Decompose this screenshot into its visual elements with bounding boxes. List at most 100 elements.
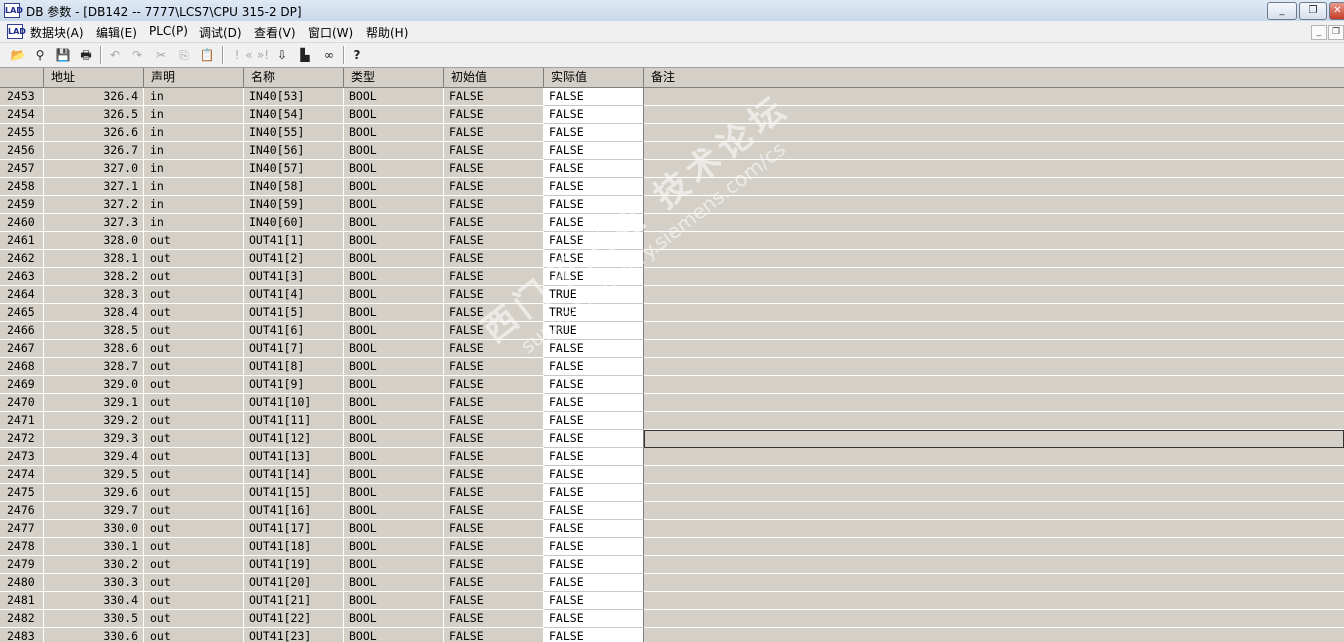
comment-cell[interactable] [644, 628, 1344, 642]
restore-button[interactable]: ❐ [1299, 2, 1327, 20]
actual-value-cell[interactable]: FALSE [544, 520, 644, 538]
menu-window[interactable]: 窗口(W) [308, 24, 353, 41]
table-row[interactable]: 2465 328.4 out OUT41[5] BOOL FALSE TRUE [0, 304, 1344, 322]
comment-cell[interactable] [644, 610, 1344, 628]
comment-cell[interactable] [644, 142, 1344, 160]
menu-edit[interactable]: 编辑(E) [96, 24, 137, 41]
table-row[interactable]: 2460 327.3 in IN40[60] BOOL FALSE FALSE [0, 214, 1344, 232]
menu-data-block[interactable]: 数据块(A) [30, 24, 84, 41]
comment-cell[interactable] [644, 196, 1344, 214]
table-row[interactable]: 2455 326.6 in IN40[55] BOOL FALSE FALSE [0, 124, 1344, 142]
actual-value-cell[interactable]: FALSE [544, 556, 644, 574]
comment-cell[interactable] [644, 466, 1344, 484]
actual-value-cell[interactable]: FALSE [544, 196, 644, 214]
actual-value-cell[interactable]: FALSE [544, 610, 644, 628]
table-row[interactable]: 2474 329.5 out OUT41[14] BOOL FALSE FALSE [0, 466, 1344, 484]
actual-value-cell[interactable]: FALSE [544, 592, 644, 610]
load-icon[interactable]: ⇩ [273, 46, 291, 64]
comment-cell[interactable] [644, 358, 1344, 376]
mdi-restore-button[interactable]: ❐ [1328, 25, 1344, 40]
actual-value-cell[interactable]: FALSE [544, 376, 644, 394]
cut-icon[interactable]: ✂ [152, 46, 170, 64]
table-row[interactable]: 2472 329.3 out OUT41[12] BOOL FALSE FALSE [0, 430, 1344, 448]
table-row[interactable]: 2483 330.6 out OUT41[23] BOOL FALSE FALSE [0, 628, 1344, 642]
actual-value-cell[interactable]: FALSE [544, 358, 644, 376]
table-row[interactable]: 2468 328.7 out OUT41[8] BOOL FALSE FALSE [0, 358, 1344, 376]
close-button[interactable]: ✕ [1329, 2, 1344, 20]
header-comment[interactable]: 备注 [644, 68, 1344, 87]
document-icon[interactable]: LAD [7, 24, 26, 39]
redo-icon[interactable]: ↷ [128, 46, 146, 64]
table-row[interactable]: 2482 330.5 out OUT41[22] BOOL FALSE FALSE [0, 610, 1344, 628]
menu-plc[interactable]: PLC(P) [149, 24, 188, 38]
table-row[interactable]: 2454 326.5 in IN40[54] BOOL FALSE FALSE [0, 106, 1344, 124]
mdi-minimize-button[interactable]: _ [1311, 25, 1327, 40]
header-initial-value[interactable]: 初始值 [444, 68, 544, 87]
open-icon[interactable]: 📂 [9, 46, 27, 64]
comment-cell[interactable] [644, 412, 1344, 430]
comment-cell[interactable] [644, 340, 1344, 358]
actual-value-cell[interactable]: FALSE [544, 466, 644, 484]
comment-cell[interactable] [644, 556, 1344, 574]
actual-value-cell[interactable]: FALSE [544, 268, 644, 286]
header-actual-value[interactable]: 实际值 [544, 68, 644, 87]
actual-value-cell[interactable]: FALSE [544, 484, 644, 502]
comment-cell[interactable] [644, 232, 1344, 250]
header-address[interactable]: 地址 [44, 68, 144, 87]
table-row[interactable]: 2463 328.2 out OUT41[3] BOOL FALSE FALSE [0, 268, 1344, 286]
comment-cell[interactable] [644, 106, 1344, 124]
comment-cell[interactable] [644, 214, 1344, 232]
monitor-icon[interactable]: ▙ [296, 46, 314, 64]
table-row[interactable]: 2453 326.4 in IN40[53] BOOL FALSE FALSE [0, 88, 1344, 106]
comment-cell[interactable] [644, 394, 1344, 412]
table-row[interactable]: 2475 329.6 out OUT41[15] BOOL FALSE FALSE [0, 484, 1344, 502]
comment-cell[interactable] [644, 538, 1344, 556]
actual-value-cell[interactable]: FALSE [544, 628, 644, 642]
table-row[interactable]: 2459 327.2 in IN40[59] BOOL FALSE FALSE [0, 196, 1344, 214]
actual-value-cell[interactable]: TRUE [544, 322, 644, 340]
network-icon[interactable]: ⚲ [31, 46, 49, 64]
menu-help[interactable]: 帮助(H) [366, 24, 408, 41]
header-type[interactable]: 类型 [344, 68, 444, 87]
actual-value-cell[interactable]: FALSE [544, 574, 644, 592]
header-name[interactable]: 名称 [244, 68, 344, 87]
paste-icon[interactable]: 📋 [198, 46, 216, 64]
actual-value-cell[interactable]: FALSE [544, 232, 644, 250]
table-row[interactable]: 2464 328.3 out OUT41[4] BOOL FALSE TRUE [0, 286, 1344, 304]
actual-value-cell[interactable]: FALSE [544, 340, 644, 358]
comment-cell[interactable] [644, 430, 1344, 448]
actual-value-cell[interactable]: TRUE [544, 286, 644, 304]
actual-value-cell[interactable]: FALSE [544, 394, 644, 412]
comment-cell[interactable] [644, 286, 1344, 304]
actual-value-cell[interactable]: FALSE [544, 412, 644, 430]
actual-value-cell[interactable]: FALSE [544, 124, 644, 142]
actual-value-cell[interactable]: TRUE [544, 304, 644, 322]
comment-cell[interactable] [644, 124, 1344, 142]
comment-cell[interactable] [644, 574, 1344, 592]
actual-value-cell[interactable]: FALSE [544, 106, 644, 124]
comment-cell[interactable] [644, 178, 1344, 196]
comment-cell[interactable] [644, 160, 1344, 178]
minimize-button[interactable]: _ [1267, 2, 1297, 20]
actual-value-cell[interactable]: FALSE [544, 448, 644, 466]
table-row[interactable]: 2458 327.1 in IN40[58] BOOL FALSE FALSE [0, 178, 1344, 196]
actual-value-cell[interactable]: FALSE [544, 250, 644, 268]
table-row[interactable]: 2469 329.0 out OUT41[9] BOOL FALSE FALSE [0, 376, 1344, 394]
actual-value-cell[interactable]: FALSE [544, 160, 644, 178]
comment-cell[interactable] [644, 592, 1344, 610]
copy-icon[interactable]: ⎘ [175, 46, 193, 64]
actual-value-cell[interactable]: FALSE [544, 178, 644, 196]
table-row[interactable]: 2467 328.6 out OUT41[7] BOOL FALSE FALSE [0, 340, 1344, 358]
table-row[interactable]: 2457 327.0 in IN40[57] BOOL FALSE FALSE [0, 160, 1344, 178]
actual-value-cell[interactable]: FALSE [544, 142, 644, 160]
comment-cell[interactable] [644, 484, 1344, 502]
actual-value-cell[interactable]: FALSE [544, 502, 644, 520]
comment-cell[interactable] [644, 304, 1344, 322]
table-row[interactable]: 2456 326.7 in IN40[56] BOOL FALSE FALSE [0, 142, 1344, 160]
comment-cell[interactable] [644, 502, 1344, 520]
table-row[interactable]: 2461 328.0 out OUT41[1] BOOL FALSE FALSE [0, 232, 1344, 250]
comment-cell[interactable] [644, 376, 1344, 394]
comment-cell[interactable] [644, 520, 1344, 538]
table-row[interactable]: 2462 328.1 out OUT41[2] BOOL FALSE FALSE [0, 250, 1344, 268]
undo-icon[interactable]: ↶ [106, 46, 124, 64]
